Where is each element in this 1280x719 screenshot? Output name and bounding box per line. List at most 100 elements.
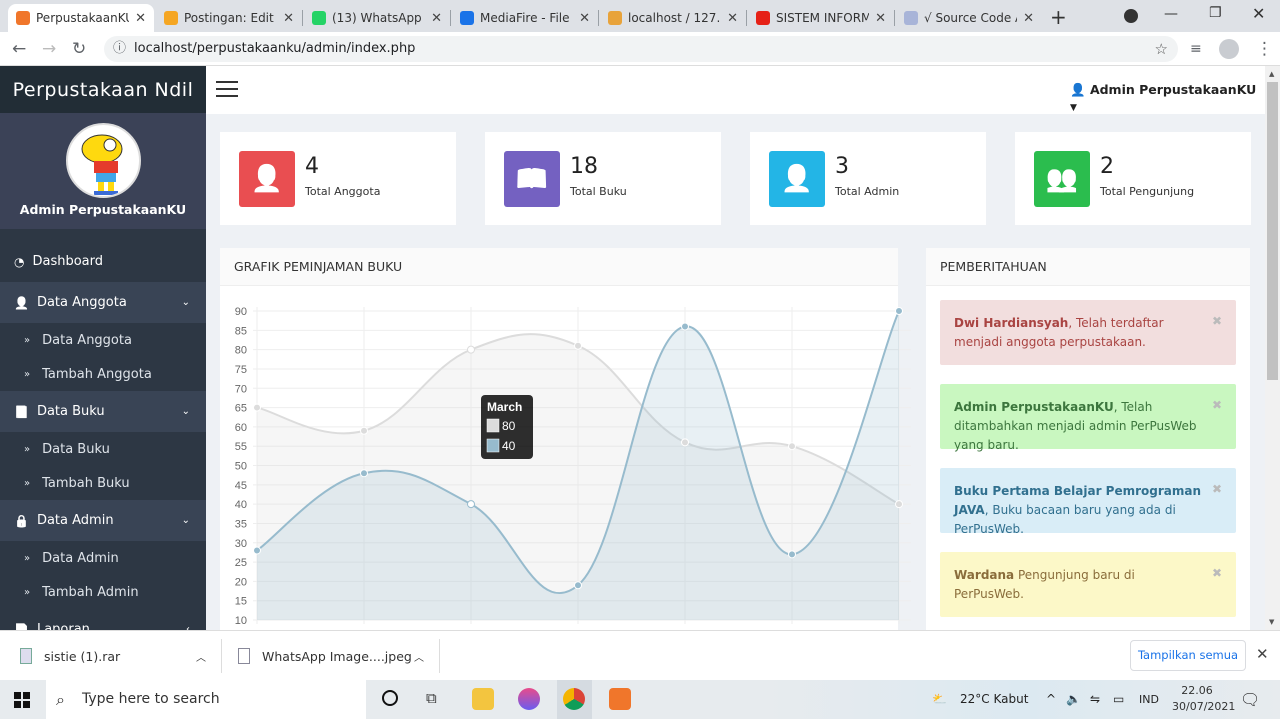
close-tab-icon[interactable]: ✕ <box>1023 11 1034 26</box>
close-alert-icon[interactable]: ✖ <box>1212 312 1222 331</box>
minimize-button[interactable]: — <box>1164 6 1178 22</box>
close-alert-icon[interactable]: ✖ <box>1212 480 1222 499</box>
data-point <box>895 500 903 509</box>
weather-icon[interactable]: ⛅ <box>932 680 947 719</box>
alert-subject: Wardana <box>954 568 1015 582</box>
stat-card[interactable]: 👤 3 Total Admin <box>750 132 986 225</box>
close-tab-icon[interactable]: ✕ <box>727 11 738 26</box>
back-icon[interactable]: ← <box>12 39 26 59</box>
xampp-icon[interactable] <box>609 688 631 710</box>
browser-tab[interactable]: (13) WhatsApp ✕ <box>304 4 450 32</box>
brand-title[interactable]: Perpustakaan Ndil <box>0 66 206 113</box>
close-alert-icon[interactable]: ✖ <box>1212 396 1222 415</box>
tray-chevron-icon[interactable]: ^ <box>1046 680 1056 719</box>
windows-start-icon[interactable] <box>14 692 30 708</box>
app-icon[interactable] <box>518 688 540 710</box>
download-filename: sistie (1).rar <box>44 648 121 664</box>
network-icon[interactable]: ⇋ <box>1090 680 1100 719</box>
sidebar-item[interactable]: ◔ Dashboard <box>0 241 206 282</box>
close-tab-icon[interactable]: ✕ <box>135 11 146 26</box>
double-chevron-right-icon: » <box>24 477 31 489</box>
reading-list-icon[interactable]: ≡ <box>1190 41 1202 57</box>
browser-tab[interactable]: √ Source Code A ✕ <box>896 4 1042 32</box>
file-explorer-icon[interactable] <box>472 688 494 710</box>
close-alert-icon[interactable]: ✖ <box>1212 564 1222 583</box>
close-window-button[interactable]: ✕ <box>1252 4 1265 23</box>
sidebar-subitem[interactable]: » Data Anggota <box>0 323 206 357</box>
hamburger-menu-icon[interactable] <box>216 81 238 97</box>
task-view-icon[interactable]: ⧉ <box>426 689 437 707</box>
clock-date: 30/07/2021 <box>1172 700 1236 713</box>
cortana-icon[interactable] <box>382 690 398 706</box>
stat-value: 4 <box>305 154 319 179</box>
restore-button[interactable]: ❐ <box>1209 5 1222 21</box>
browser-tab[interactable]: SISTEM INFORMA ✕ <box>748 4 894 32</box>
stat-card[interactable]: 📖 18 Total Buku <box>485 132 721 225</box>
y-tick-label: 20 <box>235 576 247 588</box>
chevron-down-icon: ⌄ <box>181 406 190 417</box>
menu-kebab-icon[interactable]: ⋮ <box>1256 39 1273 59</box>
sidebar-subitem[interactable]: » Tambah Admin <box>0 575 206 609</box>
url-input[interactable]: ⓘ localhost/perpustakaanku/admin/index.p… <box>104 36 1178 62</box>
user-name: Admin PerpustakaanKU <box>1089 82 1257 97</box>
stat-label: Total Buku <box>570 185 627 198</box>
sidebar-item[interactable]: 📘 Data Buku ⌄ <box>0 391 206 432</box>
y-tick-label: 15 <box>235 596 247 608</box>
close-tab-icon[interactable]: ✕ <box>579 11 590 26</box>
browser-tab[interactable]: MediaFire - File s ✕ <box>452 4 598 32</box>
language-indicator[interactable]: IND <box>1139 680 1159 719</box>
chevron-up-icon[interactable]: ︿ <box>196 649 206 664</box>
sidebar-subitem[interactable]: » Tambah Anggota <box>0 357 206 391</box>
reload-icon[interactable]: ↻ <box>72 39 86 59</box>
show-all-downloads-button[interactable]: Tampilkan semua <box>1130 640 1246 671</box>
y-tick-label: 70 <box>235 383 247 395</box>
volume-icon[interactable]: 🔈 <box>1066 680 1081 719</box>
notifications-title: PEMBERITAHUAN <box>926 248 1250 286</box>
tooltip-value: 40 <box>502 439 516 453</box>
sidebar-item[interactable]: 📄 Laporan ‹ <box>0 609 206 630</box>
y-tick-label: 65 <box>235 403 247 415</box>
battery-icon[interactable]: ▭ <box>1113 680 1124 719</box>
stat-card[interactable]: 👤 4 Total Anggota <box>220 132 456 225</box>
weather-text[interactable]: 22°C Kabut <box>960 680 1028 719</box>
scroll-up-icon[interactable]: ▲ <box>1269 70 1274 78</box>
chevron-up-icon[interactable]: ︿ <box>414 649 424 664</box>
profile-avatar-icon[interactable] <box>1219 39 1239 59</box>
browser-tab[interactable]: Postingan: Edit ✕ <box>156 4 302 32</box>
scrollbar-thumb[interactable] <box>1267 82 1278 380</box>
taskbar-search-input[interactable]: ⌕ Type here to search <box>46 680 366 719</box>
chrome-icon[interactable] <box>563 688 585 710</box>
info-icon[interactable]: ⓘ <box>113 36 126 62</box>
notification-center-icon[interactable]: 🗨 <box>1240 680 1260 719</box>
stat-card[interactable]: 👥 2 Total Pengunjung <box>1015 132 1251 225</box>
top-navbar: 👤 Admin PerpustakaanKU ▼ <box>206 66 1265 114</box>
tooltip-value: 80 <box>502 419 516 433</box>
scroll-down-icon[interactable]: ▼ <box>1269 618 1274 626</box>
y-tick-label: 55 <box>235 441 247 453</box>
tab-search-icon[interactable] <box>1124 9 1138 23</box>
browser-tab[interactable]: PerpustakaanKU ✕ <box>8 4 154 32</box>
sidebar-subitem[interactable]: » Tambah Buku <box>0 466 206 500</box>
alert-subject: Dwi Hardiansyah <box>954 316 1069 330</box>
bookmark-star-icon[interactable]: ☆ <box>1155 36 1168 62</box>
sidebar-subitem[interactable]: » Data Buku <box>0 432 206 466</box>
close-tab-icon[interactable]: ✕ <box>875 11 886 26</box>
clock[interactable]: 22.06 30/07/2021 <box>1172 683 1236 715</box>
download-item[interactable]: WhatsApp Image....jpeg ︿ <box>238 631 438 681</box>
page-scrollbar[interactable]: ▲ ▼ <box>1265 66 1280 630</box>
tab-separator <box>302 10 303 26</box>
user-dropdown[interactable]: 👤 Admin PerpustakaanKU ▼ <box>1070 82 1265 113</box>
sidebar-subitem[interactable]: » Data Admin <box>0 541 206 575</box>
forward-icon[interactable]: → <box>42 39 56 59</box>
browser-tab[interactable]: localhost / 127.0.0 ✕ <box>600 4 746 32</box>
download-item[interactable]: sistie (1).rar ︿ <box>20 631 220 681</box>
sidebar-item-label: Laporan <box>36 622 90 630</box>
sidebar-item[interactable]: 👤 Data Anggota ⌄ <box>0 282 206 323</box>
tab-label: SISTEM INFORMA <box>776 11 870 25</box>
close-tab-icon[interactable]: ✕ <box>283 11 294 26</box>
favicon-icon <box>608 11 622 25</box>
new-tab-button[interactable]: + <box>1050 5 1067 29</box>
sidebar-item[interactable]: 🔒 Data Admin ⌄ <box>0 500 206 541</box>
close-tab-icon[interactable]: ✕ <box>431 11 442 26</box>
close-downloads-icon[interactable]: ✕ <box>1256 645 1269 663</box>
